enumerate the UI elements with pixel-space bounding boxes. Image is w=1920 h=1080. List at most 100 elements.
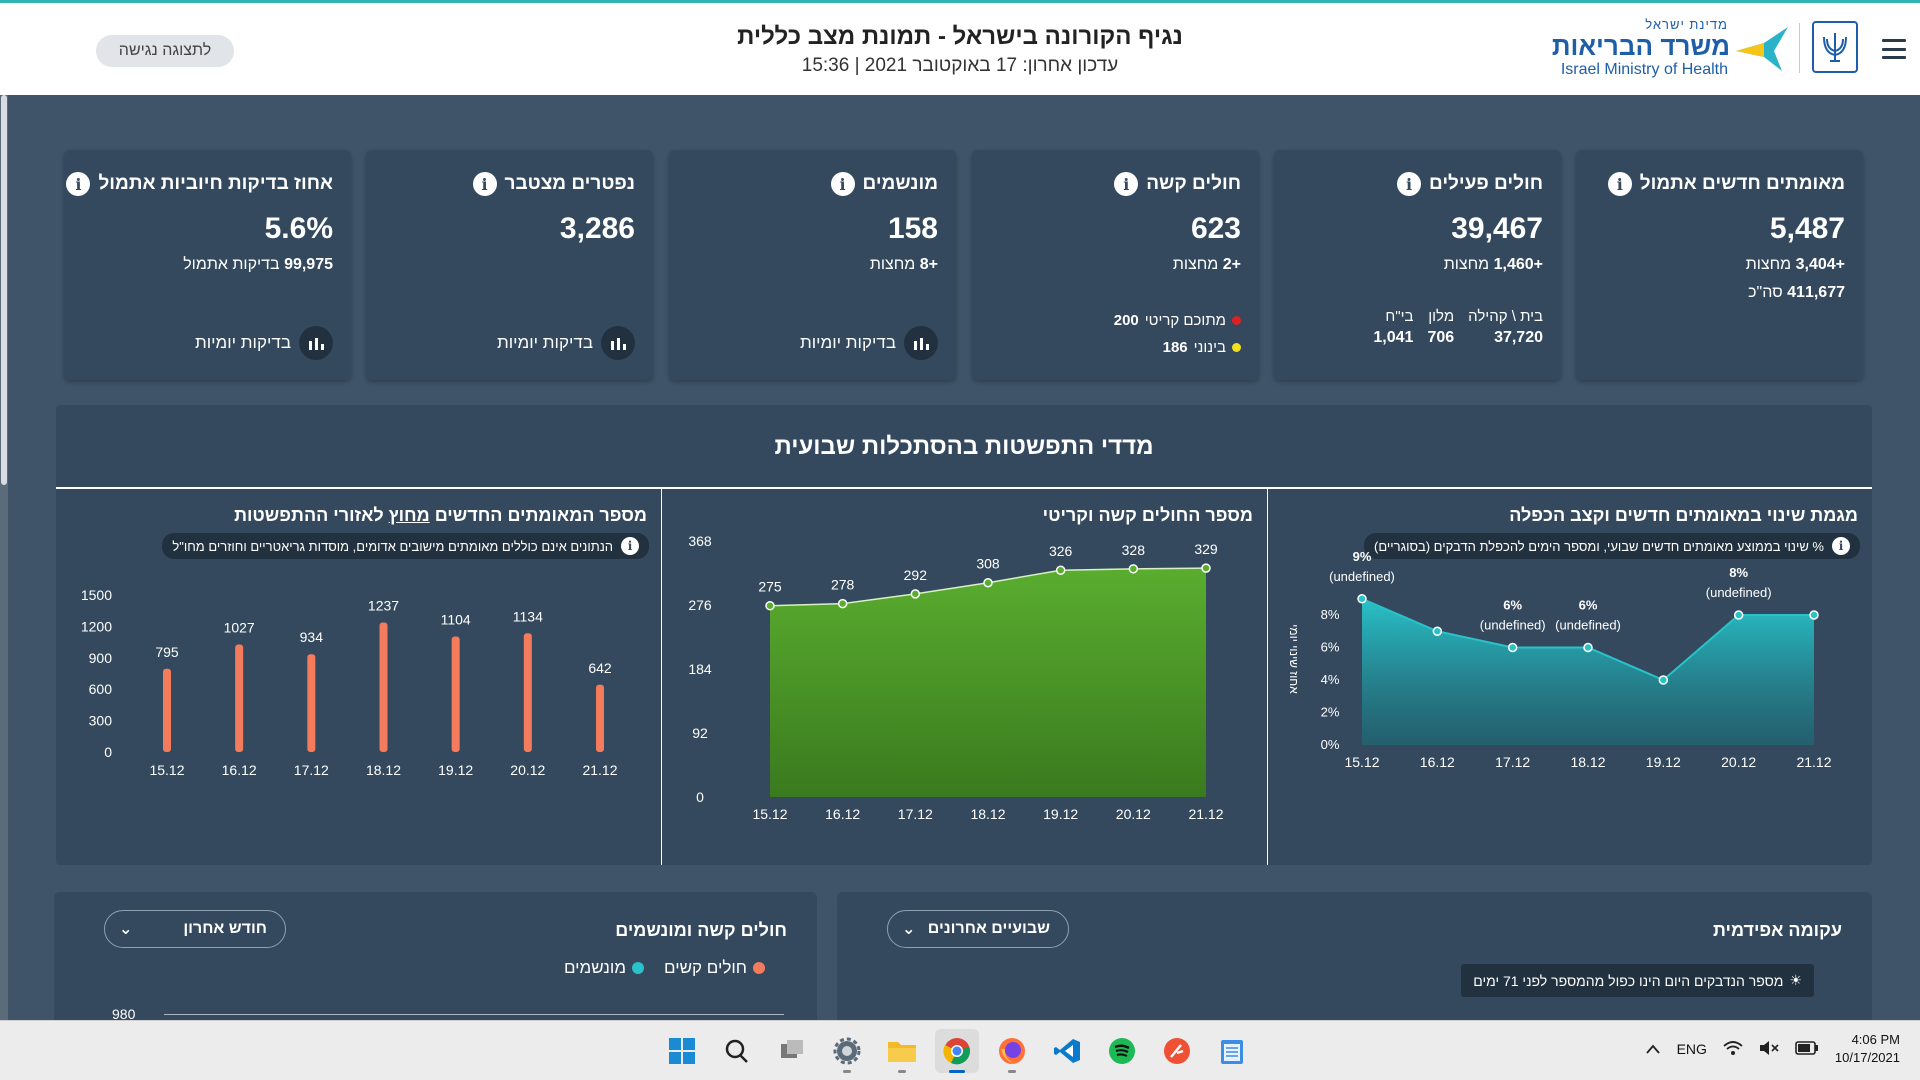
legend-item-ventilated[interactable]: מונשמים: [564, 958, 645, 978]
daily-tests-label: בדיקות יומיות: [194, 333, 291, 352]
medium-line: בינוני 186: [1163, 339, 1241, 356]
card-title-text: חולים פעילים: [1429, 173, 1543, 194]
task-view-icon[interactable]: [770, 1029, 814, 1073]
legend-item-severe[interactable]: חולים קשים: [664, 958, 765, 978]
card-since-midnight: +2 מחצות: [1173, 256, 1241, 274]
daily-tests-link[interactable]: בדיקות יומיות: [497, 326, 635, 360]
card-title: מונשמים i: [830, 172, 938, 196]
since-midnight-value: +8: [919, 256, 938, 273]
windows-start-icon[interactable]: [660, 1029, 704, 1073]
scrollbar-thumb[interactable]: [1, 95, 7, 485]
card-total: 411,677 סה"כ: [1748, 284, 1845, 302]
y-tick-label: 184: [688, 661, 712, 677]
settings-gear-icon[interactable]: [825, 1029, 869, 1073]
card-title: חולים קשה i: [1114, 172, 1241, 196]
data-label-pct: 8%: [1729, 565, 1748, 580]
clock[interactable]: 4:06 PM 10/17/2021: [1835, 1031, 1900, 1067]
legend-label: חולים קשים: [664, 958, 747, 977]
card-value: 5,487: [1769, 212, 1845, 245]
notepad-icon[interactable]: [1210, 1029, 1254, 1073]
page-scrollbar[interactable]: [0, 95, 8, 1020]
top-header: מדינת ישראל משרד הבריאות Israel Ministry…: [0, 0, 1920, 95]
daily-tests-label: בדיקות יומיות: [496, 333, 593, 352]
data-point: [1128, 564, 1139, 574]
chevron-up-icon[interactable]: [1645, 1041, 1661, 1057]
chevron-down-icon: ⌄: [119, 921, 133, 938]
since-midnight-label: מחצות: [869, 256, 916, 273]
search-icon[interactable]: [715, 1029, 759, 1073]
bar: [307, 654, 316, 752]
firefox-icon[interactable]: [990, 1029, 1034, 1073]
gridline: [164, 1014, 784, 1015]
spotify-icon[interactable]: [1100, 1029, 1144, 1073]
info-icon[interactable]: i: [1607, 172, 1632, 196]
bar: [523, 633, 532, 752]
card-deceased: נפטרים מצטבר i 3,286 בדיקות יומיות: [366, 150, 653, 380]
wifi-icon[interactable]: [1723, 1040, 1743, 1059]
period-select[interactable]: שבועיים אחרונים ⌄: [887, 910, 1069, 948]
x-tick-label: 20.12: [510, 762, 545, 778]
outside-bar-chart: 0 300 600 900 1200 1500 795 1027 934 1237 1104 1134…: [81, 587, 618, 778]
daily-tests-link[interactable]: בדיקות יומיות: [195, 326, 333, 360]
data-point: [765, 600, 775, 611]
breakdown-value: 1,041: [1373, 329, 1414, 346]
data-point: [1583, 642, 1593, 653]
bar-chart-icon: [601, 326, 635, 360]
language-indicator[interactable]: ENG: [1677, 1041, 1707, 1057]
since-midnight-value: +3,404: [1795, 256, 1845, 273]
medium-label: בינוני: [1193, 339, 1226, 356]
running-indicator: [843, 1070, 851, 1073]
x-tick-label: 20.12: [1721, 754, 1756, 770]
yellow-dot-icon: [1232, 343, 1241, 352]
taskbar-apps: [660, 1029, 1254, 1073]
total-value: 411,677: [1787, 284, 1845, 301]
trend-area-chart: 0% 2% 4% 6% 8% אחוז שינוי יומי 15.12 16.12 17.12…: [1287, 549, 1832, 770]
battery-icon[interactable]: [1795, 1040, 1819, 1058]
daily-tests-link[interactable]: בדיקות יומיות: [800, 326, 938, 360]
period-select[interactable]: חודש אחרון ⌄: [104, 910, 286, 948]
accessibility-view-button[interactable]: לתצוגה נגישה: [96, 35, 234, 67]
data-label-pct: 6%: [1503, 598, 1522, 613]
y-tick-label: 600: [89, 681, 113, 697]
since-midnight-label: מחצות: [1172, 256, 1219, 273]
page-title: נגיף הקורונה בישראל - תמונת מצב כללית: [737, 23, 1183, 50]
breakdown-label: בית \ קהילה: [1468, 308, 1543, 325]
chevron-down-icon: ⌄: [902, 921, 916, 938]
lightbulb-icon: ☀: [1789, 972, 1802, 988]
data-label: 1237: [368, 598, 399, 614]
git-tool-icon[interactable]: [1155, 1029, 1199, 1073]
card-title: נפטרים מצטבר i: [472, 172, 635, 196]
data-label-doubling: (undefined): [1706, 585, 1772, 600]
info-icon[interactable]: i: [66, 172, 91, 196]
severe-area: [770, 568, 1206, 797]
info-icon[interactable]: i: [1397, 172, 1422, 196]
file-explorer-icon[interactable]: [880, 1029, 924, 1073]
card-tests-yesterday: 99,975 בדיקות אתמול: [183, 256, 333, 274]
breakdown-label: מלון: [1428, 308, 1455, 325]
info-icon[interactable]: i: [472, 172, 497, 196]
breakdown-home: בית \ קהילה 37,720: [1468, 308, 1543, 347]
info-icon[interactable]: i: [1114, 172, 1139, 196]
data-point: [983, 577, 993, 588]
severe-ventilated-card: חולים קשה ומונשמים חודש אחרון ⌄ חולים קשי…: [54, 892, 817, 1032]
bar: [235, 644, 244, 752]
y-tick-label: 368: [688, 533, 712, 549]
volume-muted-icon[interactable]: [1759, 1040, 1779, 1059]
y-axis-label: אחוז שינוי יומי: [1287, 624, 1301, 694]
bar-chart-icon: [299, 326, 333, 360]
x-tick-label: 15.12: [1344, 754, 1379, 770]
data-point: [1201, 563, 1211, 573]
bar: [596, 684, 604, 752]
severe-area-chart: 0 92 184 276 368 275 278 292 308 326 328 329 15.12 16…: [688, 533, 1223, 822]
y-tick-label: 0: [696, 789, 704, 805]
data-label: 1104: [441, 611, 471, 627]
card-since-midnight: +8 מחצות: [870, 256, 938, 274]
chrome-icon[interactable]: [935, 1029, 979, 1073]
vscode-icon[interactable]: [1045, 1029, 1089, 1073]
x-tick-label: 18.12: [366, 762, 401, 778]
breakdown-value: 706: [1427, 329, 1455, 346]
info-icon[interactable]: i: [830, 172, 855, 196]
card-since-midnight: +1,460 מחצות: [1444, 256, 1543, 274]
x-tick-label: 17.12: [898, 806, 933, 822]
since-midnight-label: מחצות: [1443, 256, 1490, 273]
